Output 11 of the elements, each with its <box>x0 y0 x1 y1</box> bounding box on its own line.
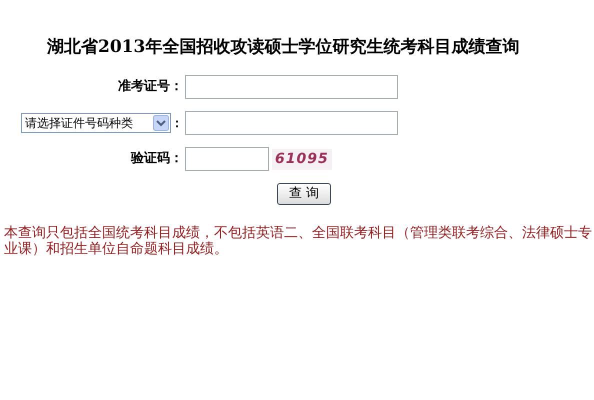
input-field[interactable] <box>185 75 398 99</box>
notice-text: 本查询只包括全国统考科目成绩，不包括英语二、全国联考科目（管理类联考综合、法律硕士专业课）和招生单位自命题科目成绩。 <box>4 225 592 257</box>
field-label: 验证码： <box>131 150 183 168</box>
field-label: 准考证号： <box>118 78 183 96</box>
page-title: 湖北省2013年全国招收攻读硕士学位研究生统考科目成绩查询 <box>47 36 520 58</box>
input-field[interactable] <box>185 111 398 135</box>
colon: ： <box>171 115 183 132</box>
id-type-select[interactable]: 请选择证件号码种类 <box>21 113 171 133</box>
captcha-image: 61095 <box>272 148 332 170</box>
query-button[interactable]: 查 询 <box>277 183 331 205</box>
captcha-field[interactable] <box>185 147 269 171</box>
